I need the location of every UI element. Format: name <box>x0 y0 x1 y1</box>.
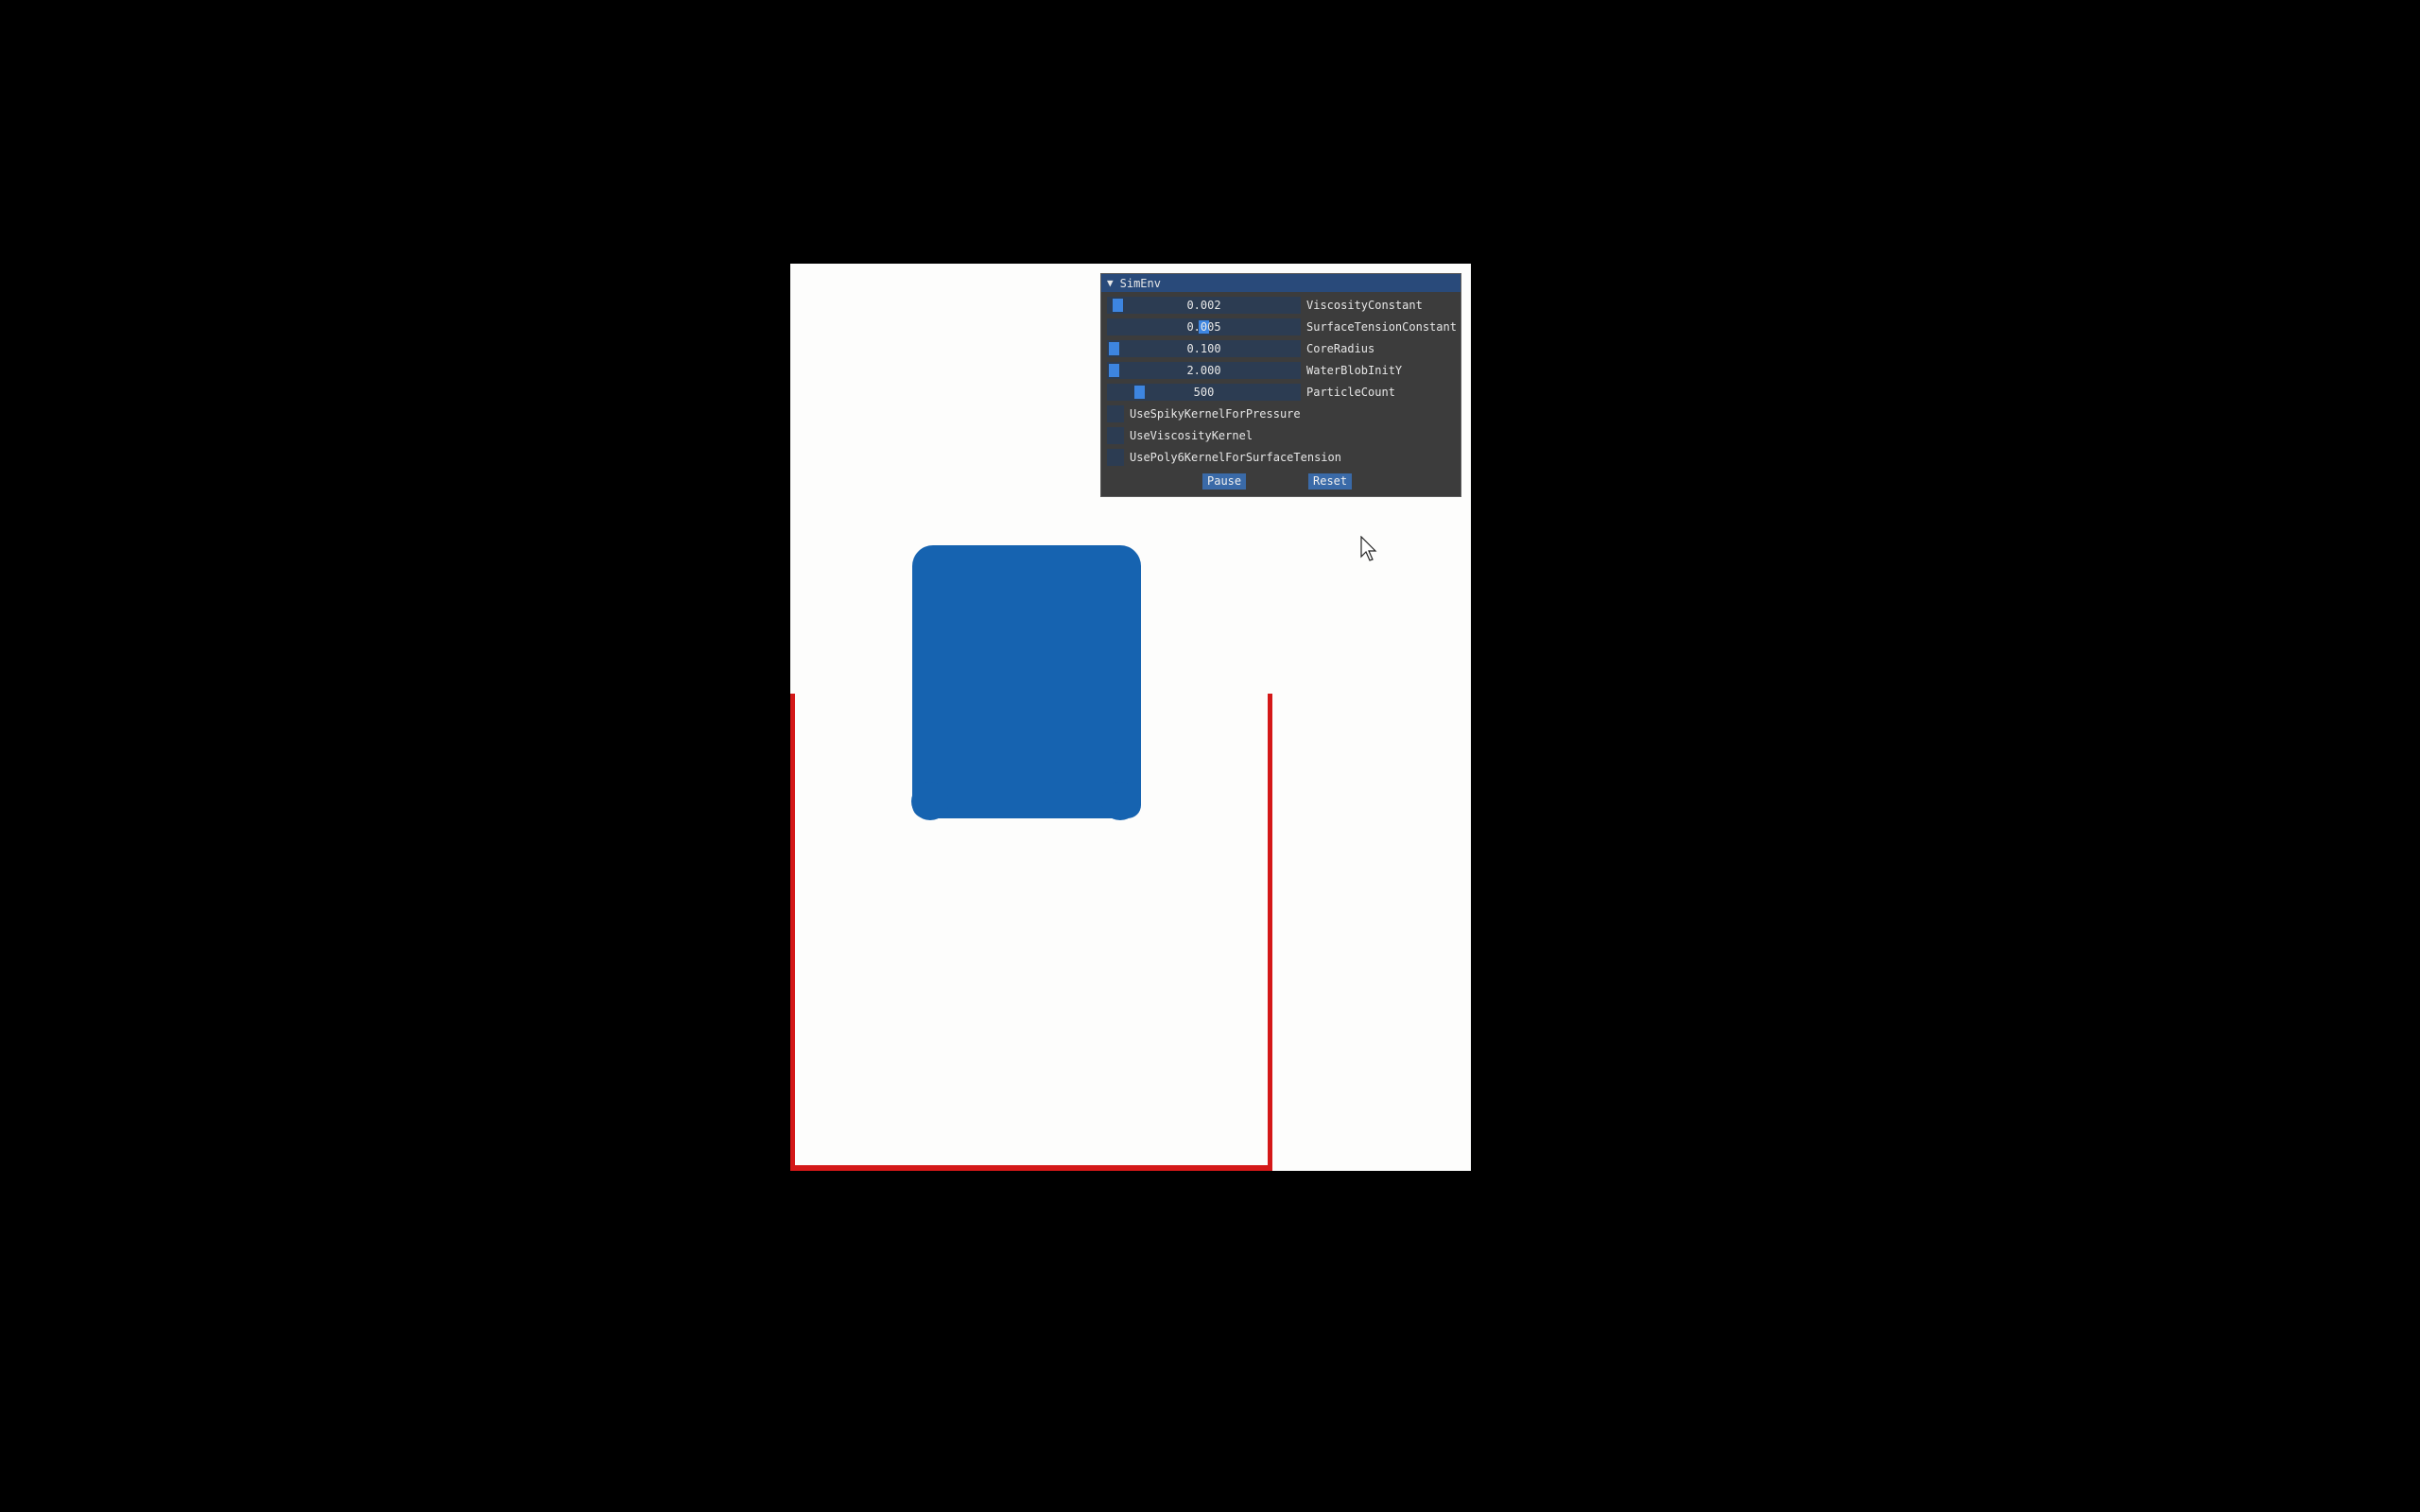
checkbox-label: UseViscosityKernel <box>1130 428 1253 442</box>
particle-count-slider[interactable]: 500 <box>1107 383 1301 401</box>
slider-label: CoreRadius <box>1306 341 1375 355</box>
slider-row-water-blob-init-y: 2.000 WaterBlobInitY <box>1107 361 1402 379</box>
spiky-kernel-checkbox[interactable] <box>1107 404 1124 422</box>
viscosity-slider[interactable]: 0.002 <box>1107 296 1301 314</box>
slider-row-core-radius: 0.100 CoreRadius <box>1107 339 1374 357</box>
slider-label: SurfaceTensionConstant <box>1306 319 1457 334</box>
poly6-kernel-checkbox[interactable] <box>1107 448 1124 466</box>
slider-row-surface-tension: 0.005 SurfaceTensionConstant <box>1107 318 1457 335</box>
panel-title: SimEnv <box>1119 276 1161 290</box>
checkbox-row-spiky-kernel: UseSpikyKernelForPressure <box>1107 404 1301 422</box>
slider-value: 0.002 <box>1186 298 1221 312</box>
panel-title-bar[interactable]: ▼ SimEnv <box>1101 274 1461 292</box>
slider-value: 0.005 <box>1186 319 1221 334</box>
checkbox-row-viscosity-kernel: UseViscosityKernel <box>1107 426 1253 444</box>
reset-button[interactable]: Reset <box>1308 473 1353 490</box>
slider-row-particle-count: 500 ParticleCount <box>1107 383 1395 401</box>
checkbox-row-poly6-kernel: UsePoly6KernelForSurfaceTension <box>1107 448 1341 466</box>
slider-label: ParticleCount <box>1306 385 1395 399</box>
slider-label: WaterBlobInitY <box>1306 363 1403 377</box>
water-blob-init-y-slider[interactable]: 2.000 <box>1107 361 1301 379</box>
water-blob <box>912 545 1141 818</box>
container-right-wall <box>1268 694 1272 1171</box>
checkbox-label: UsePoly6KernelForSurfaceTension <box>1130 450 1341 464</box>
water-particle <box>911 782 949 820</box>
water-particle <box>1101 782 1139 820</box>
viscosity-kernel-checkbox[interactable] <box>1107 426 1124 444</box>
collapse-arrow-icon[interactable]: ▼ <box>1107 277 1114 289</box>
mouse-pointer-icon <box>1360 536 1377 561</box>
simenv-panel[interactable]: ▼ SimEnv 0.002 ViscosityConstant 0.005 S… <box>1100 273 1461 497</box>
checkbox-label: UseSpikyKernelForPressure <box>1130 406 1301 421</box>
slider-value: 0.100 <box>1186 341 1221 355</box>
container-left-wall <box>790 694 795 1171</box>
slider-label: ViscosityConstant <box>1306 298 1423 312</box>
slider-value: 2.000 <box>1186 363 1221 377</box>
slider-row-viscosity: 0.002 ViscosityConstant <box>1107 296 1423 314</box>
surface-tension-slider[interactable]: 0.005 <box>1107 318 1301 335</box>
container-bottom-wall <box>790 1165 1272 1171</box>
core-radius-slider[interactable]: 0.100 <box>1107 339 1301 357</box>
slider-value: 500 <box>1193 385 1215 399</box>
pause-button[interactable]: Pause <box>1202 473 1247 490</box>
